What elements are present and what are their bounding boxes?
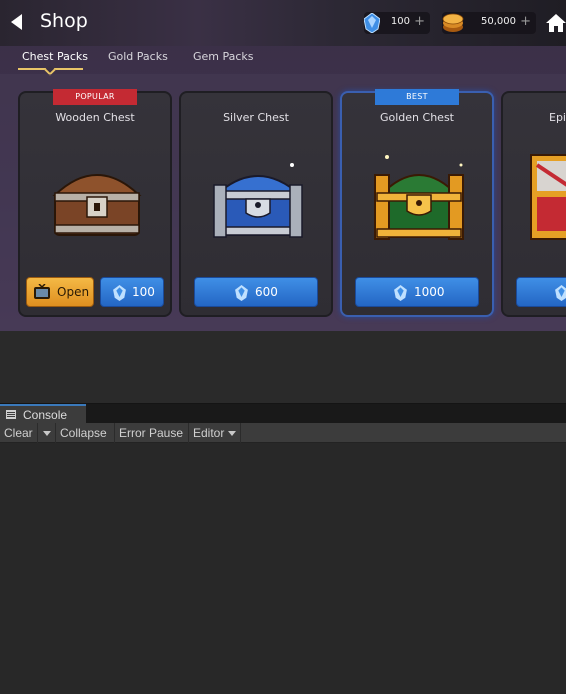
gem-icon	[235, 285, 248, 301]
tv-ad-icon	[34, 284, 50, 299]
chest-name: Epi	[549, 111, 566, 124]
clear-button[interactable]: Clear	[0, 423, 38, 443]
gold-coin-icon	[442, 13, 464, 32]
game-view-margin	[0, 331, 566, 403]
gem-icon	[364, 13, 380, 33]
price-label: 600	[255, 285, 278, 299]
best-badge: BEST	[375, 89, 459, 105]
open-chest-button[interactable]: Open	[26, 277, 94, 307]
buy-epic-button[interactable]	[516, 277, 566, 307]
console-icon	[6, 410, 16, 419]
shop-tabs: Chest Packs Gold Packs Gem Packs	[0, 46, 566, 76]
gem-icon	[555, 285, 566, 301]
silver-chest-image	[213, 163, 303, 238]
game-view: Shop 100 + 50,000 + Chest Packs Gold Pac…	[0, 0, 566, 331]
chevron-down-icon	[43, 431, 51, 436]
chest-card-golden[interactable]: BEST Golden Chest 1000	[340, 89, 494, 317]
add-gems-button[interactable]: +	[414, 14, 425, 29]
buy-wooden-button[interactable]: 100	[100, 277, 164, 307]
console-log-area[interactable]	[0, 444, 566, 694]
chest-card-wooden[interactable]: POPULAR Wooden Chest Open 100	[18, 89, 172, 317]
buy-silver-button[interactable]: 600	[194, 277, 318, 307]
price-label: 1000	[414, 285, 445, 299]
price-label: 100	[132, 285, 155, 299]
golden-chest-image	[374, 155, 464, 240]
console-tab[interactable]: Console	[0, 404, 86, 424]
console-toolbar: Clear Collapse Error Pause Editor	[0, 423, 566, 443]
chest-name: Golden Chest	[380, 111, 454, 124]
editor-dropdown[interactable]: Editor	[189, 423, 241, 443]
editor-label: Editor	[193, 426, 225, 440]
gem-counter: 100 +	[364, 12, 430, 34]
chest-card-epic[interactable]: Epi	[501, 91, 566, 317]
gem-icon	[394, 285, 407, 301]
add-gold-button[interactable]: +	[520, 14, 531, 29]
chevron-down-icon	[228, 431, 236, 436]
chest-card-silver[interactable]: Silver Chest 600	[179, 91, 333, 317]
tab-gem-packs[interactable]: Gem Packs	[193, 50, 254, 63]
error-pause-toggle[interactable]: Error Pause	[115, 423, 189, 443]
chest-name: Silver Chest	[223, 111, 289, 124]
popular-badge: POPULAR	[53, 89, 137, 105]
page-title: Shop	[40, 10, 88, 32]
shop-header: Shop 100 + 50,000 +	[0, 0, 566, 46]
tab-gold-packs[interactable]: Gold Packs	[108, 50, 168, 63]
back-arrow-icon[interactable]	[11, 14, 22, 30]
epic-chest-image	[530, 154, 566, 240]
gem-icon	[113, 285, 126, 301]
home-icon[interactable]	[546, 14, 566, 32]
chest-shelf: POPULAR Wooden Chest Open 100 Silver Che…	[0, 74, 566, 331]
gem-amount: 100	[390, 16, 410, 27]
wooden-chest-image	[52, 174, 142, 236]
gold-counter: 50,000 +	[442, 12, 536, 34]
clear-options-dropdown[interactable]	[38, 423, 56, 443]
chest-name: Wooden Chest	[55, 111, 135, 124]
tab-chest-packs[interactable]: Chest Packs	[22, 50, 88, 63]
console-tab-label: Console	[23, 408, 68, 422]
open-label: Open	[57, 285, 90, 299]
buy-golden-button[interactable]: 1000	[355, 277, 479, 307]
console-tab-bar: Console	[0, 403, 566, 424]
collapse-toggle[interactable]: Collapse	[56, 423, 115, 443]
gold-amount: 50,000	[481, 16, 516, 27]
